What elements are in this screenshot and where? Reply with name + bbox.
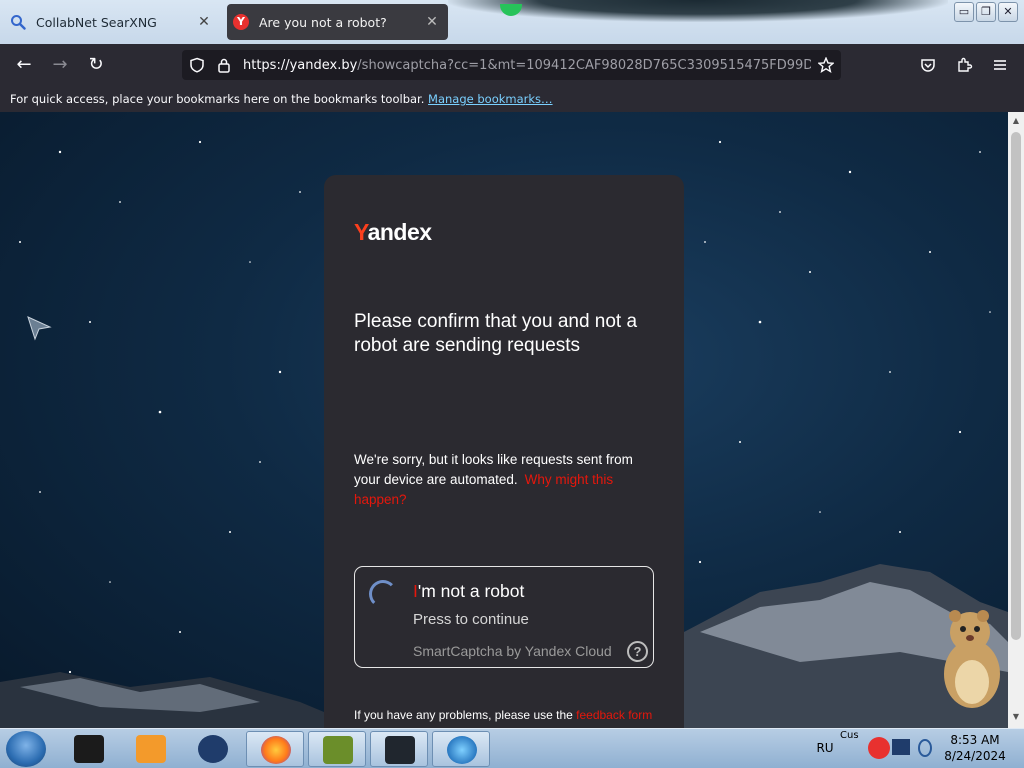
yandex-logo: Yandex bbox=[354, 219, 432, 246]
logo-letter-y: Y bbox=[354, 219, 368, 245]
cursor-arrow-icon bbox=[27, 316, 52, 341]
url-path: /showcaptcha?cc=1&mt=109412CAF98028D765C… bbox=[357, 58, 811, 73]
taskbar-app-window[interactable] bbox=[370, 731, 428, 767]
language-indicator[interactable]: RU bbox=[812, 728, 838, 768]
yandex-icon: Y bbox=[233, 14, 249, 30]
start-button[interactable] bbox=[6, 731, 46, 767]
close-tab-icon[interactable]: ✕ bbox=[424, 14, 440, 30]
tray-label[interactable]: Cus bbox=[840, 730, 859, 741]
tab-bar: CollabNet SearXNG ✕ Y Are you not a robo… bbox=[0, 0, 1024, 44]
star-bookmark-icon[interactable] bbox=[818, 57, 834, 73]
bookmarks-toolbar: For quick access, place your bookmarks h… bbox=[0, 86, 1024, 112]
page-title: Please confirm that you and not a robot … bbox=[354, 311, 638, 356]
taskbar-app-network[interactable] bbox=[432, 731, 490, 767]
reload-button[interactable]: ↻ bbox=[84, 53, 108, 77]
tab-title: CollabNet SearXNG bbox=[36, 14, 157, 30]
taskbar-app-player[interactable] bbox=[122, 731, 180, 767]
tab-yandex-captcha[interactable]: Y Are you not a robot? ✕ bbox=[227, 4, 448, 40]
captcha-subtitle: Press to continue bbox=[413, 611, 529, 628]
tab-title: Are you not a robot? bbox=[259, 14, 387, 30]
tabbar-decoration bbox=[448, 0, 948, 22]
captcha-title: I'm not a robot bbox=[413, 581, 524, 602]
menu-icon[interactable] bbox=[992, 57, 1008, 73]
url-host: https://yandex.by bbox=[243, 58, 358, 73]
window-app-icon bbox=[385, 736, 415, 764]
close-window-button[interactable]: ✕ bbox=[998, 2, 1018, 22]
hamster-mascot-icon bbox=[944, 610, 1000, 708]
loading-spinner-icon bbox=[369, 580, 397, 608]
lock-icon[interactable] bbox=[217, 57, 231, 73]
clock-date: 8/24/2024 bbox=[944, 749, 1006, 763]
captcha-title-rest: 'm not a robot bbox=[417, 581, 525, 601]
network-app-icon bbox=[447, 736, 477, 764]
tray-app-icon[interactable] bbox=[868, 737, 890, 759]
url-text[interactable]: https://yandex.by/showcaptcha?cc=1&mt=10… bbox=[243, 57, 811, 75]
window-controls: ▭ ❐ ✕ bbox=[954, 2, 1018, 22]
clock-time: 8:53 AM bbox=[950, 733, 1000, 747]
restore-button[interactable]: ❐ bbox=[976, 2, 996, 22]
minimize-button[interactable]: ▭ bbox=[954, 2, 974, 22]
close-tab-icon[interactable]: ✕ bbox=[196, 14, 212, 30]
pocket-icon[interactable] bbox=[920, 57, 936, 73]
problems-notice: If you have any problems, please use the… bbox=[354, 707, 654, 723]
captcha-card: Yandex Please confirm that you and not a… bbox=[324, 175, 684, 728]
taskbar-app-firefox[interactable] bbox=[246, 731, 304, 767]
tab-searxng[interactable]: CollabNet SearXNG ✕ bbox=[4, 4, 220, 40]
feedback-form-link[interactable]: feedback form bbox=[576, 708, 652, 722]
logo-rest: andex bbox=[367, 219, 432, 245]
back-button[interactable]: ← bbox=[12, 53, 36, 77]
clock[interactable]: 8:53 AM 8/24/2024 bbox=[940, 732, 1010, 764]
url-bar[interactable]: https://yandex.by/showcaptcha?cc=1&mt=10… bbox=[182, 50, 841, 80]
search-icon bbox=[11, 15, 26, 30]
bookmarks-hint: For quick access, place your bookmarks h… bbox=[10, 92, 425, 106]
extensions-icon[interactable] bbox=[956, 56, 973, 73]
globe-app-icon bbox=[198, 735, 228, 763]
navigation-bar: ← → ↻ https://yandex.by/showcaptcha?cc=1… bbox=[0, 44, 1024, 86]
taskbar-app-globe[interactable] bbox=[184, 731, 242, 767]
help-icon[interactable]: ? bbox=[627, 641, 648, 662]
not-a-robot-checkbox[interactable]: I'm not a robot Press to continue SmartC… bbox=[354, 566, 654, 668]
monitor-icon[interactable] bbox=[892, 739, 910, 755]
automation-notice: We're sorry, but it looks like requests … bbox=[354, 450, 659, 510]
captcha-brand: SmartCaptcha by Yandex Cloud bbox=[413, 643, 612, 659]
manage-bookmarks-link[interactable]: Manage bookmarks… bbox=[428, 92, 553, 106]
vertical-scrollbar[interactable]: ▲ ▼ bbox=[1008, 112, 1024, 728]
scrollbar-thumb[interactable] bbox=[1011, 132, 1021, 640]
problems-text: If you have any problems, please use the bbox=[354, 708, 573, 722]
box-app-icon bbox=[323, 736, 353, 764]
scroll-down-icon[interactable]: ▼ bbox=[1011, 712, 1021, 721]
network-tray-icon[interactable] bbox=[918, 739, 932, 757]
shield-icon[interactable] bbox=[189, 57, 205, 73]
scroll-up-icon[interactable]: ▲ bbox=[1011, 116, 1021, 125]
taskbar-app-box[interactable] bbox=[308, 731, 366, 767]
firefox-icon bbox=[261, 736, 291, 764]
page-content: Yandex Please confirm that you and not a… bbox=[0, 112, 1008, 728]
taskbar-app-media[interactable] bbox=[60, 731, 118, 767]
media-app-icon bbox=[74, 735, 104, 763]
player-app-icon bbox=[136, 735, 166, 763]
forward-button[interactable]: → bbox=[48, 53, 72, 77]
taskbar bbox=[0, 728, 1024, 768]
